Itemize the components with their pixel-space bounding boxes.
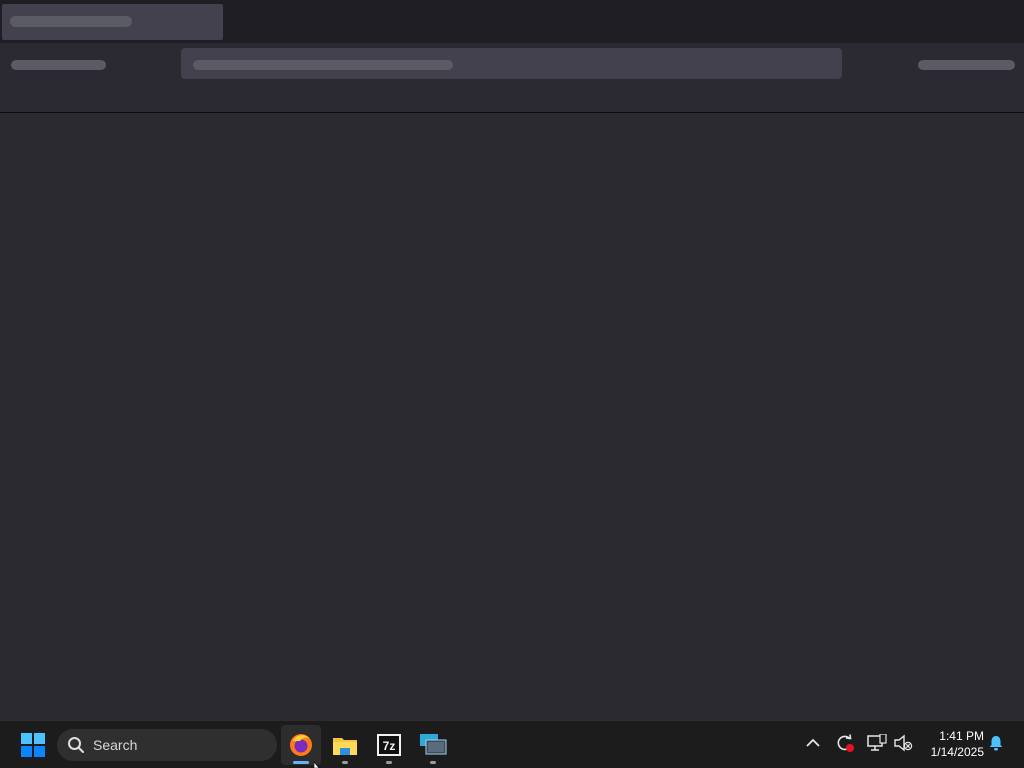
toolbar-left-placeholder — [11, 60, 106, 70]
clock-time: 1:41 PM — [939, 729, 984, 743]
7zip-icon: 7z — [377, 734, 401, 756]
network-icon — [867, 734, 887, 751]
tray-network[interactable] — [867, 733, 887, 753]
taskbar-clock[interactable]: 1:41 PM 1/14/2025 — [918, 728, 984, 760]
mouse-cursor-icon — [314, 762, 320, 768]
active-app-indicator — [293, 761, 309, 764]
running-app-indicator — [430, 761, 436, 764]
tray-volume[interactable] — [893, 733, 913, 753]
taskbar-app-7zip[interactable]: 7z — [369, 725, 409, 765]
remote-desktop-icon — [420, 734, 447, 755]
taskbar-app-file-explorer[interactable] — [325, 725, 365, 765]
running-app-indicator — [342, 761, 348, 764]
windows-start-icon — [21, 733, 45, 757]
folder-icon — [333, 738, 357, 755]
clock-date: 1/14/2025 — [930, 745, 984, 759]
sync-error-icon — [837, 734, 854, 752]
chevron-up-icon — [806, 738, 820, 747]
firefox-icon — [290, 734, 312, 756]
tab-title-placeholder — [10, 16, 132, 27]
notification-bell-icon — [989, 736, 1003, 751]
address-bar[interactable] — [181, 48, 842, 79]
tray-sync-status[interactable] — [835, 733, 855, 753]
page-content-area — [0, 113, 1024, 720]
address-bar-placeholder — [193, 60, 453, 70]
browser-tab[interactable] — [2, 4, 223, 40]
taskbar-app-remote-desktop[interactable] — [413, 725, 453, 765]
search-label: Search — [93, 737, 138, 753]
taskbar-search-box[interactable]: Search — [57, 729, 277, 761]
notification-center-button[interactable] — [986, 733, 1006, 753]
browser-tab-strip — [0, 0, 1024, 43]
browser-toolbar — [0, 43, 1024, 113]
7zip-icon-label: 7z — [383, 739, 396, 753]
running-app-indicator — [386, 761, 392, 764]
volume-muted-icon — [894, 734, 913, 752]
search-icon — [68, 737, 84, 753]
start-button[interactable] — [14, 725, 52, 765]
toolbar-right-placeholder — [918, 60, 1015, 70]
show-hidden-icons-button[interactable] — [803, 733, 823, 753]
taskbar-app-firefox[interactable] — [281, 725, 321, 765]
taskbar: Search 7z 1:41 PM 1/14/2025 — [0, 720, 1024, 768]
